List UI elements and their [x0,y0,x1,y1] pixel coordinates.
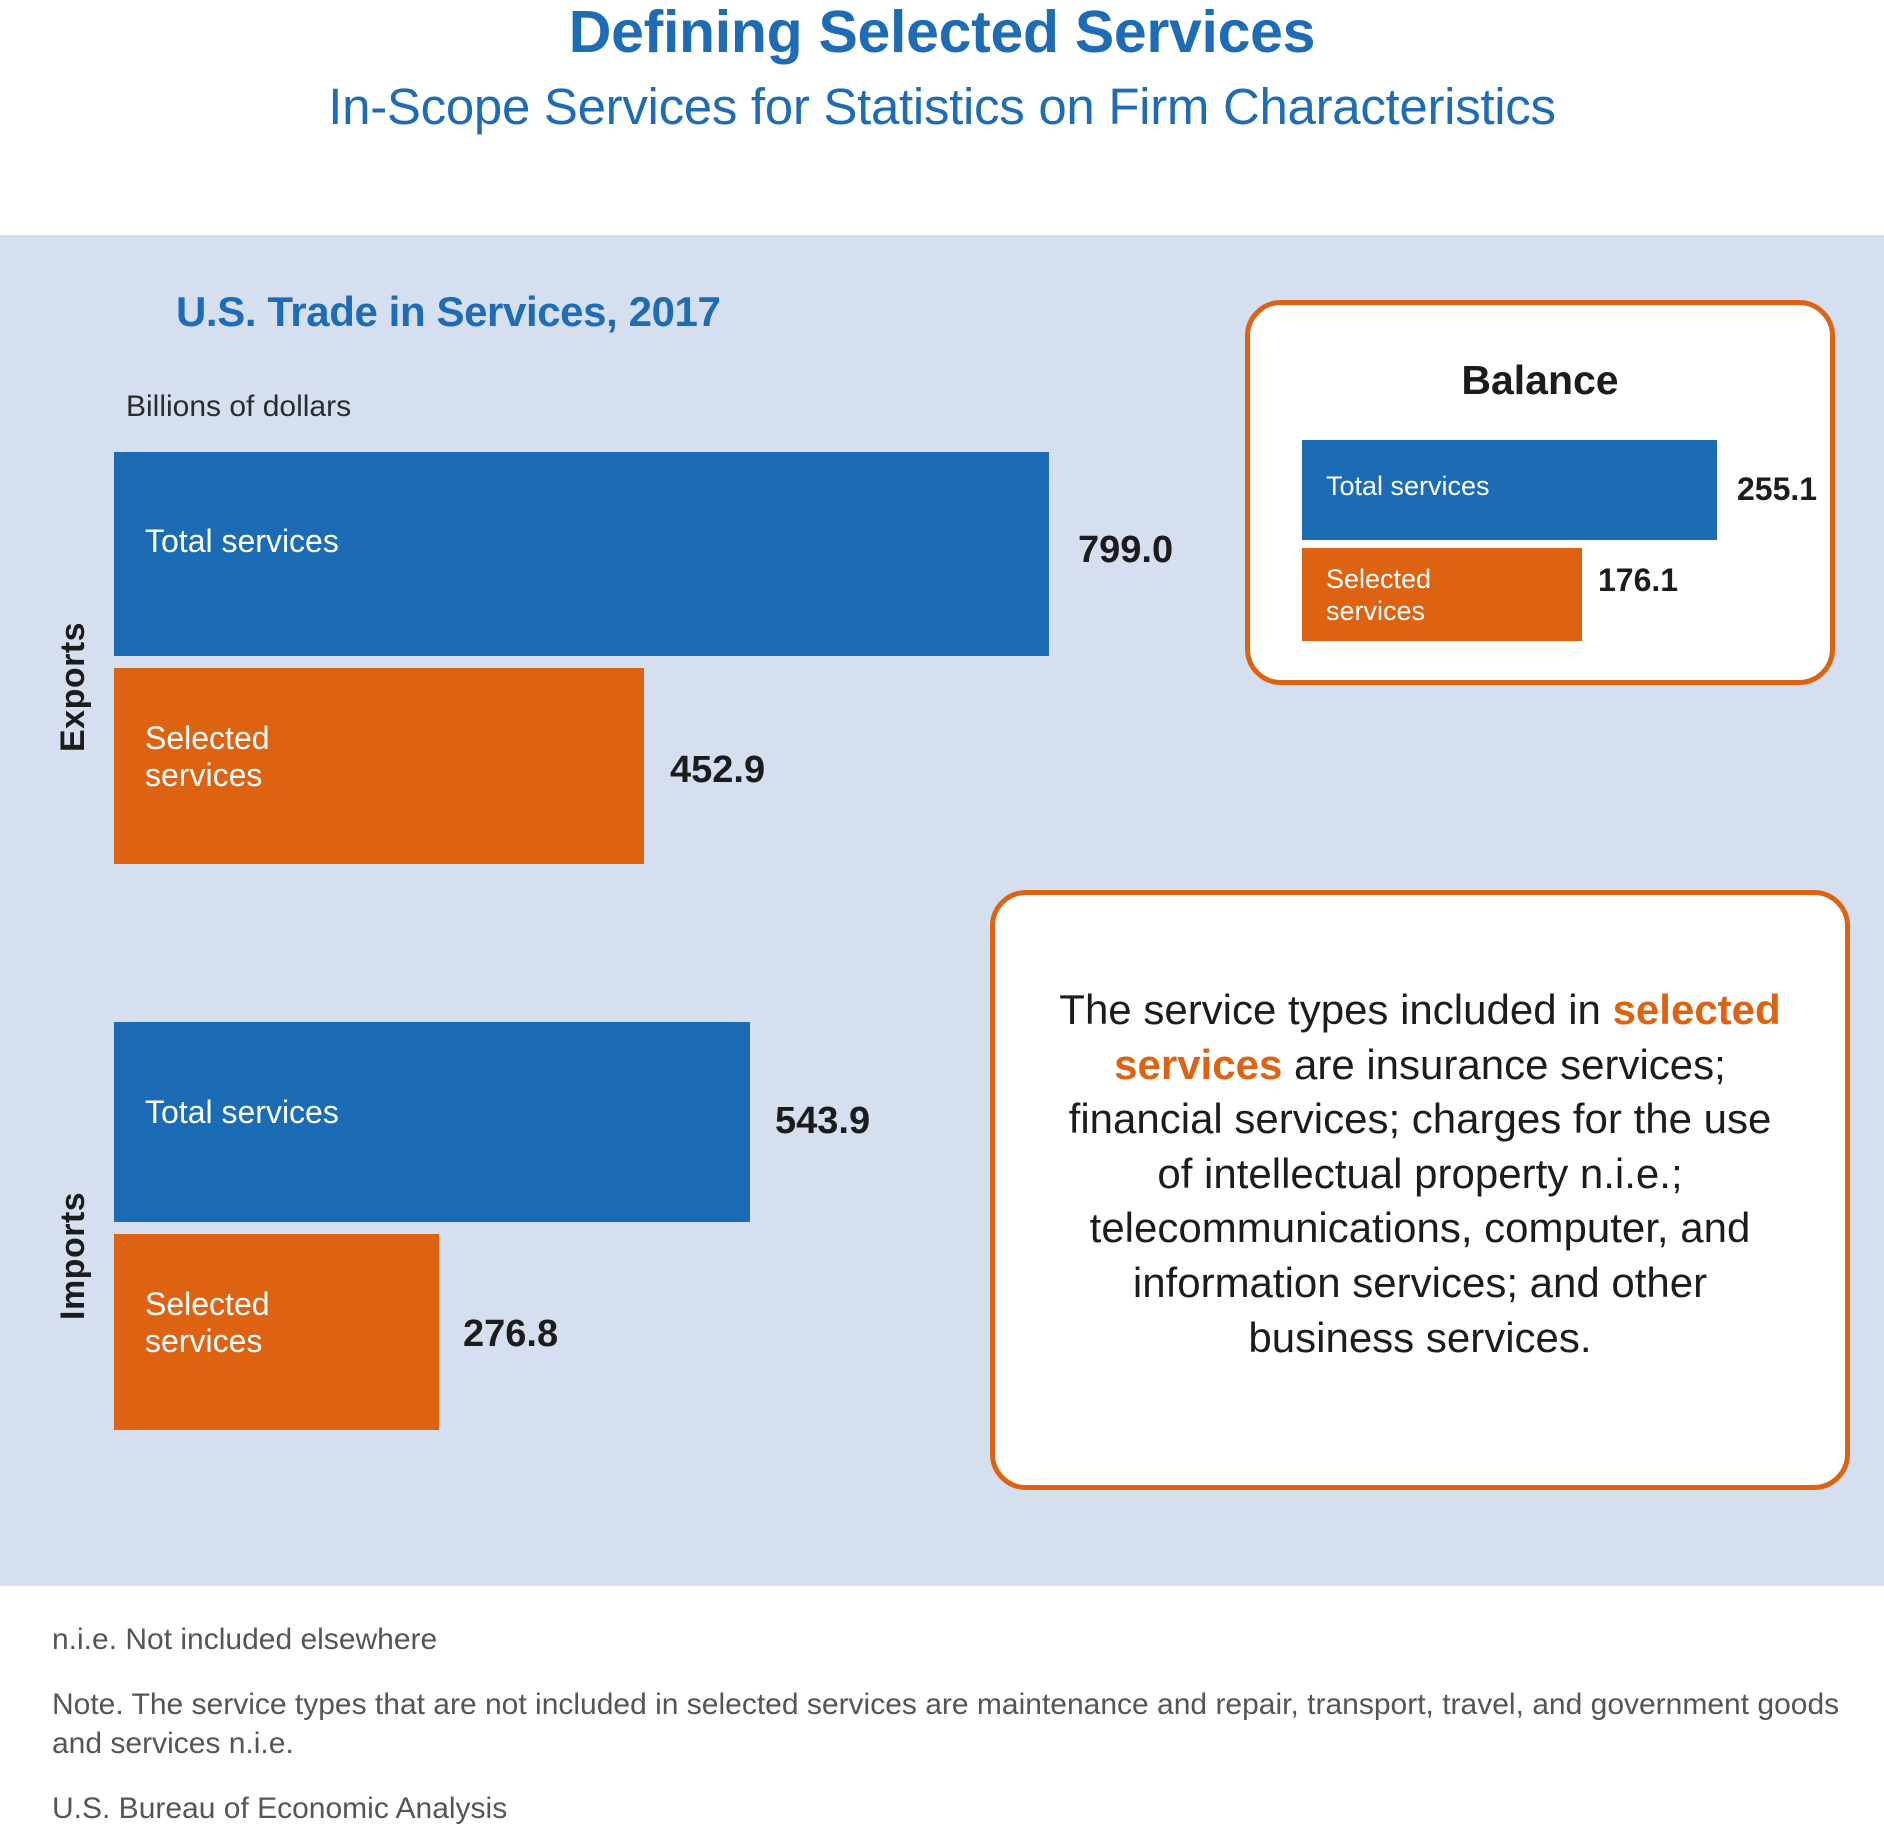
bar-label-exports-total-services: Total services [145,523,339,559]
axis-group-label-exports: Exports [54,621,92,752]
definition-callout-box: The service types included in selected s… [990,890,1850,1490]
bar-label-imports-total-services: Total services [145,1094,339,1130]
bar-label-imports-selected-services: Selected services [145,1286,270,1360]
footnote-source: U.S. Bureau of Economic Analysis [52,1792,508,1825]
page-title: Defining Selected Services [568,0,1316,65]
header: Defining Selected Services In-Scope Serv… [0,0,1884,235]
balance-callout-box: Balance Total services 255.1 Selected se… [1245,300,1835,685]
value-label-imports-total-services: 543.9 [775,1100,871,1142]
value-label-imports-selected-services: 276.8 [463,1313,559,1355]
balance-bar-label-selected-services: Selected services [1326,564,1432,626]
footnote-note: Note. The service types that are not inc… [52,1688,1840,1760]
axis-group-label-imports: Imports [54,1191,92,1320]
balance-value-selected-services: 176.1 [1598,562,1679,598]
chart-title: U.S. Trade in Services, 2017 [176,288,721,335]
balance-value-total-services: 255.1 [1737,471,1818,507]
definition-lead: The service types included in [1059,986,1613,1033]
balance-title: Balance [1461,357,1619,403]
bar-imports-selected-services[interactable]: Selected services [114,1234,439,1430]
definition-rest: are insurance services; financial servic… [1068,1040,1772,1361]
bar-exports-total-services[interactable]: Total services [114,452,1049,656]
balance-bar-total-services[interactable]: Total services [1302,440,1717,540]
infographic-root: Defining Selected Services In-Scope Serv… [0,0,1884,1838]
bar-imports-total-services[interactable]: Total services [114,1022,750,1222]
balance-bar-selected-services[interactable]: Selected services [1302,548,1582,641]
chart-units-label: Billions of dollars [126,390,352,423]
bar-exports-selected-services[interactable]: Selected services [114,668,644,864]
balance-bar-label-total-services: Total services [1326,471,1490,501]
value-label-exports-selected-services: 452.9 [670,749,766,791]
definition-text: The service types included in selected s… [1053,983,1787,1365]
footnotes: n.i.e. Not included elsewhere Note. The … [52,1620,1842,1828]
page-subtitle: In-Scope Services for Statistics on Firm… [328,78,1556,135]
value-label-exports-total-services: 799.0 [1078,529,1174,571]
bar-label-exports-selected-services: Selected services [145,720,270,794]
footnote-abbreviation: n.i.e. Not included elsewhere [52,1623,438,1656]
